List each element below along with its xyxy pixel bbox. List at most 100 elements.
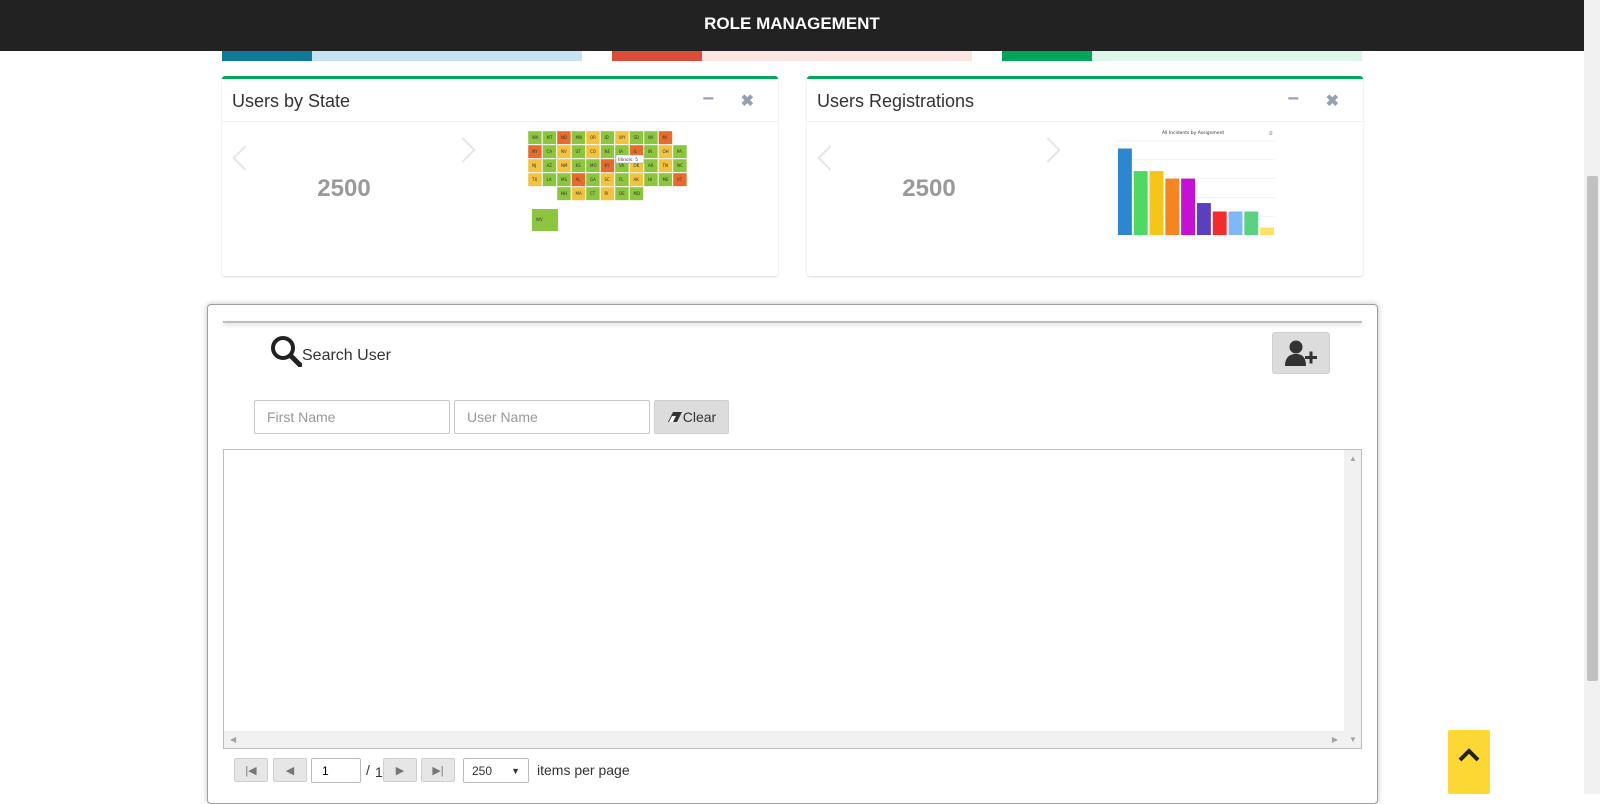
map-state-label: OH: [663, 149, 669, 154]
page-title: ROLE MANAGEMENT: [704, 14, 880, 33]
chart-bar[interactable]: [1260, 227, 1275, 235]
chart-bar[interactable]: [1196, 203, 1211, 235]
map-state-label: TX: [531, 177, 537, 182]
page-scrollbar[interactable]: [1584, 0, 1600, 794]
map-state-label: PA: [677, 149, 682, 154]
map-state-label: LA: [547, 177, 552, 182]
stat-value: 2500: [902, 175, 956, 202]
panel-header: Users by State − ✖: [222, 79, 778, 122]
close-icon[interactable]: ✖: [1326, 91, 1339, 111]
map-state-label: ID: [605, 135, 609, 140]
carousel-next-icon[interactable]: [1035, 137, 1061, 163]
map-state-label: WA: [532, 135, 539, 140]
page-separator: /: [366, 762, 370, 778]
stat-value: 2500: [317, 175, 371, 202]
progress-fill: [612, 51, 702, 61]
prev-page-button[interactable]: ◀: [273, 758, 307, 782]
map-state-label: SC: [605, 177, 611, 182]
grid-horizontal-scrollbar[interactable]: ◀ ▶: [224, 731, 1344, 748]
grid-vertical-scrollbar[interactable]: ▲ ▼: [1344, 450, 1361, 748]
map-state-label: MT: [547, 135, 553, 140]
map-state-label: KS: [576, 163, 582, 168]
items-per-page-select[interactable]: 250 ▼: [463, 758, 529, 783]
add-user-button[interactable]: [1272, 332, 1330, 374]
chart-title: All Incidents by Assignment: [1162, 130, 1225, 136]
map-state-label: SD: [634, 135, 640, 140]
user-name-input[interactable]: [454, 400, 650, 434]
map-state-label: MO: [590, 163, 597, 168]
scroll-left-icon[interactable]: ◀: [230, 735, 236, 744]
panel-title: Users by State: [232, 91, 351, 111]
map-state-label: WI: [648, 135, 653, 140]
assignment-bar-chart: All Incidents by Assignment ≡: [1117, 130, 1275, 236]
map-state-label: MS: [561, 177, 567, 182]
clear-button[interactable]: Clear: [654, 400, 729, 434]
next-page-icon: ▶: [395, 764, 405, 777]
scroll-up-icon[interactable]: ▲: [1349, 454, 1357, 463]
progress-bar-green: [1002, 51, 1362, 61]
carousel-prev-icon[interactable]: [817, 145, 843, 171]
first-name-input[interactable]: [254, 400, 450, 434]
map-state-label: ND: [561, 135, 567, 140]
map-state-label: NM: [561, 163, 568, 168]
map-state-label: KY: [605, 163, 610, 168]
minimize-icon[interactable]: −: [1287, 88, 1299, 111]
map-state-label: IA: [619, 149, 623, 154]
map-state-label: WY: [619, 135, 626, 140]
chart-menu-icon: ≡: [1269, 131, 1273, 137]
map-state-label: CA: [547, 149, 553, 154]
map-state-label: NE: [605, 149, 611, 154]
chart-bar[interactable]: [1133, 171, 1148, 235]
chart-bar[interactable]: [1165, 178, 1180, 235]
map-state-label: AL: [576, 177, 582, 182]
map-state-label: NY: [532, 149, 538, 154]
search-icon: [271, 336, 302, 367]
scroll-down-icon[interactable]: ▼: [1349, 735, 1357, 744]
add-user-icon: [1285, 340, 1317, 366]
map-state-label: MD: [634, 191, 641, 196]
map-state-label: TN: [662, 163, 668, 168]
page-number-input[interactable]: [311, 758, 361, 783]
chart-bar[interactable]: [1228, 211, 1243, 236]
map-tooltip: Illinois: 5: [618, 157, 638, 163]
clear-label: Clear: [682, 409, 717, 425]
panel-header: Users Registrations − ✖: [807, 79, 1363, 122]
panel-title: Users Registrations: [817, 91, 975, 111]
map-state-label: HI: [648, 177, 652, 182]
map-state-label: IN: [648, 149, 652, 154]
last-page-button[interactable]: ▶|: [421, 758, 455, 782]
carousel-next-icon[interactable]: [450, 137, 476, 163]
map-state-label: AR: [648, 163, 654, 168]
chart-bar[interactable]: [1181, 178, 1196, 235]
items-per-page-label: items per page: [537, 762, 630, 778]
progress-fill: [222, 51, 312, 61]
first-page-button[interactable]: |◀: [234, 758, 268, 782]
items-per-page-value: 250: [472, 763, 493, 778]
search-user-label: Search User: [302, 347, 391, 364]
map-state-label: UT: [576, 149, 582, 154]
back-to-top-button[interactable]: [1448, 730, 1490, 794]
chart-bar[interactable]: [1117, 148, 1132, 235]
map-state-label: GA: [590, 177, 596, 182]
map-state-label: VA: [619, 163, 624, 168]
map-state-label: WV: [536, 217, 543, 222]
users-by-state-panel: Users by State − ✖ 2500 WA MT ND MN OR ID WY SD…: [222, 76, 778, 276]
us-state-map[interactable]: WA MT ND MN OR ID WY SD WI MINY CA NV UT CO NE IA IL IN OH…: [518, 125, 718, 245]
map-state-label: NH: [561, 191, 567, 196]
user-grid[interactable]: ▲ ▼ ◀ ▶: [223, 449, 1362, 749]
chart-bar[interactable]: [1244, 211, 1259, 236]
map-state-label: NJ: [532, 163, 536, 168]
close-icon[interactable]: ✖: [741, 91, 754, 111]
next-page-button[interactable]: ▶: [383, 758, 417, 782]
users-registrations-panel: Users Registrations − ✖ 2500 All Inciden…: [807, 76, 1363, 276]
map-state-label: MN: [576, 135, 582, 140]
page-scrollbar-thumb[interactable]: [1587, 176, 1598, 681]
carousel-prev-icon[interactable]: [232, 145, 258, 171]
chart-bar[interactable]: [1212, 211, 1227, 236]
card-divider: [223, 321, 1362, 323]
map-state-label: NC: [677, 163, 683, 168]
scroll-right-icon[interactable]: ▶: [1332, 735, 1338, 744]
first-page-icon: |◀: [245, 764, 257, 777]
minimize-icon[interactable]: −: [702, 88, 714, 111]
chart-bar[interactable]: [1149, 171, 1164, 235]
